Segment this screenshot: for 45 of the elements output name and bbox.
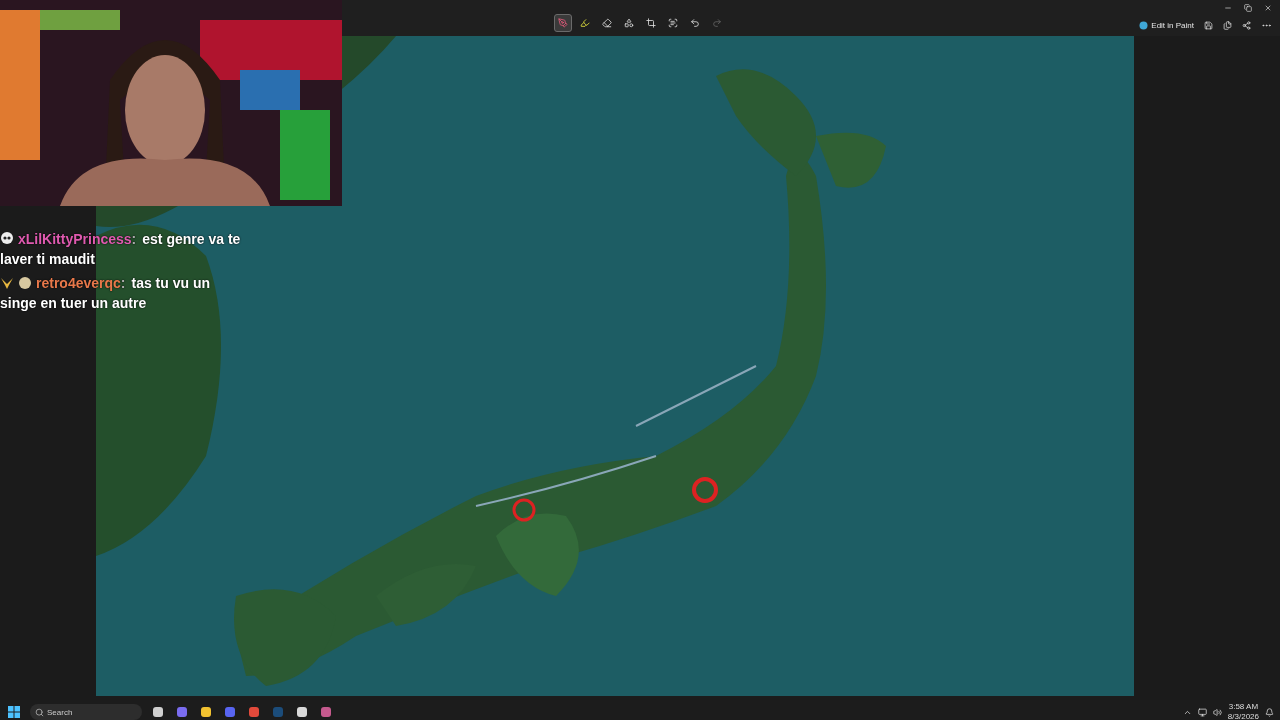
chat-separator: : — [120, 274, 126, 293]
chat-username[interactable]: xLilKittyPrincess — [18, 229, 132, 249]
windows-icon — [8, 706, 20, 718]
bell-icon[interactable] — [1265, 707, 1274, 717]
close-icon — [1264, 4, 1272, 12]
chat-text: est genre va te — [142, 230, 241, 249]
coin-icon — [18, 276, 32, 290]
share-icon — [1242, 20, 1251, 30]
taskbar-app-icon[interactable] — [198, 704, 214, 720]
minimize-icon — [1224, 4, 1232, 12]
skull-icon — [0, 232, 14, 246]
restore-icon — [1244, 4, 1252, 12]
copy-button[interactable] — [1223, 20, 1232, 30]
speaker-icon[interactable] — [1212, 707, 1222, 717]
pen-icon — [558, 18, 568, 28]
share-button[interactable] — [1242, 20, 1251, 30]
taskbar-app-icon[interactable] — [150, 704, 166, 720]
shapes-icon — [624, 18, 634, 28]
copy-icon — [1223, 20, 1232, 30]
taskbar-app-icon[interactable] — [294, 704, 310, 720]
restore-button[interactable] — [1244, 4, 1252, 12]
chat-username[interactable]: retro4everqc — [36, 273, 121, 293]
save-icon — [1204, 20, 1213, 30]
redo-icon — [712, 18, 722, 28]
crop-icon — [646, 18, 656, 28]
minimize-button[interactable] — [1224, 4, 1232, 12]
eraser-icon — [602, 18, 612, 28]
clock-time: 3:58 AM — [1228, 702, 1259, 712]
close-button[interactable] — [1264, 4, 1272, 12]
chat-separator: : — [131, 230, 137, 249]
search-field[interactable]: Search — [30, 704, 142, 720]
clock-date: 8/3/2026 — [1227, 712, 1259, 720]
wings-icon — [0, 276, 14, 290]
monitor-icon[interactable] — [1197, 707, 1207, 717]
start-button[interactable] — [6, 704, 22, 720]
chat-text: tas tu vu un — [131, 274, 211, 293]
chat-text: laver ti maudit — [0, 250, 95, 269]
highlighter-icon — [580, 18, 590, 28]
paint-icon — [1139, 20, 1149, 30]
save-button[interactable] — [1204, 20, 1213, 30]
scan-icon — [668, 18, 678, 28]
undo-icon — [690, 18, 700, 28]
search-icon — [35, 708, 44, 717]
chat-text: singe en tuer un autre — [0, 294, 147, 313]
edit-in-paint-button[interactable]: Edit in Paint — [1139, 20, 1194, 30]
